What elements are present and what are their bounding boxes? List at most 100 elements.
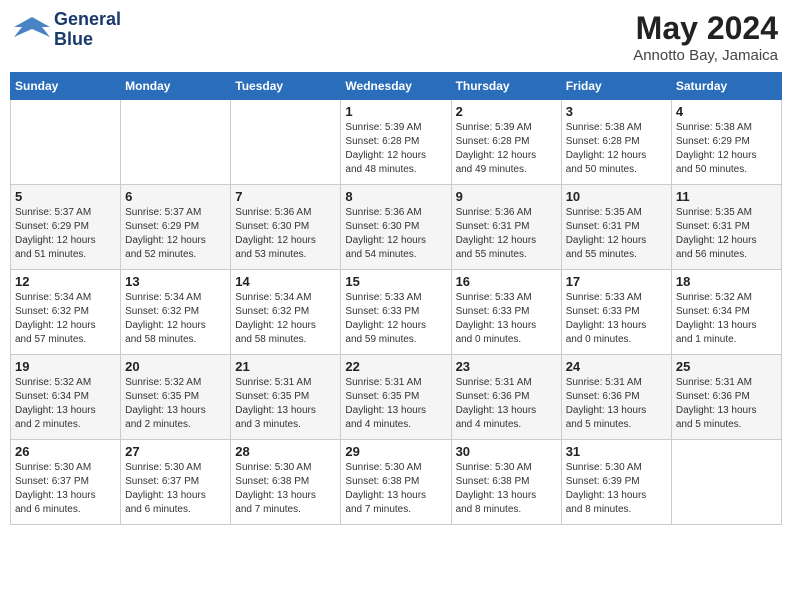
day-info: Sunrise: 5:32 AM Sunset: 6:34 PM Dayligh… bbox=[676, 291, 777, 347]
day-info: Sunrise: 5:34 AM Sunset: 6:32 PM Dayligh… bbox=[125, 291, 226, 347]
day-info: Sunrise: 5:36 AM Sunset: 6:31 PM Dayligh… bbox=[456, 206, 557, 262]
day-number: 26 bbox=[15, 444, 116, 459]
calendar-cell: 6 Sunrise: 5:37 AM Sunset: 6:29 PM Daylig… bbox=[121, 185, 231, 270]
day-info: Sunrise: 5:39 AM Sunset: 6:28 PM Dayligh… bbox=[456, 121, 557, 177]
day-number: 20 bbox=[125, 359, 226, 374]
day-number: 29 bbox=[345, 444, 446, 459]
week-row-3: 12 Sunrise: 5:34 AM Sunset: 6:32 PM Dayli… bbox=[11, 270, 782, 355]
day-number: 31 bbox=[566, 444, 667, 459]
calendar-cell: 12 Sunrise: 5:34 AM Sunset: 6:32 PM Dayli… bbox=[11, 270, 121, 355]
day-number: 14 bbox=[235, 274, 336, 289]
day-info: Sunrise: 5:38 AM Sunset: 6:29 PM Dayligh… bbox=[676, 121, 777, 177]
day-header-monday: Monday bbox=[121, 73, 231, 100]
calendar-cell: 8 Sunrise: 5:36 AM Sunset: 6:30 PM Daylig… bbox=[341, 185, 451, 270]
day-number: 24 bbox=[566, 359, 667, 374]
calendar-cell: 16Sunrise: 5:33 AM Sunset: 6:33 PM Dayli… bbox=[451, 270, 561, 355]
day-number: 25 bbox=[676, 359, 777, 374]
calendar-cell: 22Sunrise: 5:31 AM Sunset: 6:35 PM Dayli… bbox=[341, 355, 451, 440]
calendar-cell: 31 Sunrise: 5:30 AM Sunset: 6:39 PM Dayli… bbox=[561, 440, 671, 525]
day-info: Sunrise: 5:33 AM Sunset: 6:33 PM Dayligh… bbox=[566, 291, 667, 347]
calendar-cell: 14Sunrise: 5:34 AM Sunset: 6:32 PM Dayli… bbox=[231, 270, 341, 355]
day-info: Sunrise: 5:31 AM Sunset: 6:36 PM Dayligh… bbox=[456, 376, 557, 432]
logo: General Blue bbox=[14, 10, 121, 50]
day-info: Sunrise: 5:30 AM Sunset: 6:39 PM Dayligh… bbox=[566, 461, 667, 517]
day-info: Sunrise: 5:30 AM Sunset: 6:38 PM Dayligh… bbox=[235, 461, 336, 517]
day-info: Sunrise: 5:31 AM Sunset: 6:35 PM Dayligh… bbox=[345, 376, 446, 432]
day-info: Sunrise: 5:36 AM Sunset: 6:30 PM Dayligh… bbox=[345, 206, 446, 262]
day-number: 17 bbox=[566, 274, 667, 289]
day-header-saturday: Saturday bbox=[671, 73, 781, 100]
calendar-cell: 20 Sunrise: 5:32 AM Sunset: 6:35 PM Dayli… bbox=[121, 355, 231, 440]
calendar-cell: 28 Sunrise: 5:30 AM Sunset: 6:38 PM Dayli… bbox=[231, 440, 341, 525]
day-info: Sunrise: 5:33 AM Sunset: 6:33 PM Dayligh… bbox=[345, 291, 446, 347]
calendar-cell: 18 Sunrise: 5:32 AM Sunset: 6:34 PM Dayli… bbox=[671, 270, 781, 355]
day-number: 3 bbox=[566, 104, 667, 119]
calendar-cell: 11Sunrise: 5:35 AM Sunset: 6:31 PM Dayli… bbox=[671, 185, 781, 270]
day-info: Sunrise: 5:36 AM Sunset: 6:30 PM Dayligh… bbox=[235, 206, 336, 262]
day-number: 27 bbox=[125, 444, 226, 459]
week-row-4: 19 Sunrise: 5:32 AM Sunset: 6:34 PM Dayli… bbox=[11, 355, 782, 440]
day-header-sunday: Sunday bbox=[11, 73, 121, 100]
logo-icon bbox=[14, 15, 50, 45]
calendar-cell: 30 Sunrise: 5:30 AM Sunset: 6:38 PM Dayli… bbox=[451, 440, 561, 525]
day-number: 2 bbox=[456, 104, 557, 119]
calendar-cell: 2 Sunrise: 5:39 AM Sunset: 6:28 PM Daylig… bbox=[451, 100, 561, 185]
calendar-cell: 23 Sunrise: 5:31 AM Sunset: 6:36 PM Dayli… bbox=[451, 355, 561, 440]
day-info: Sunrise: 5:35 AM Sunset: 6:31 PM Dayligh… bbox=[676, 206, 777, 262]
calendar-cell bbox=[11, 100, 121, 185]
calendar-cell bbox=[231, 100, 341, 185]
day-info: Sunrise: 5:33 AM Sunset: 6:33 PM Dayligh… bbox=[456, 291, 557, 347]
day-info: Sunrise: 5:30 AM Sunset: 6:38 PM Dayligh… bbox=[456, 461, 557, 517]
calendar-cell: 9 Sunrise: 5:36 AM Sunset: 6:31 PM Daylig… bbox=[451, 185, 561, 270]
logo-text: General Blue bbox=[54, 10, 121, 50]
week-row-5: 26 Sunrise: 5:30 AM Sunset: 6:37 PM Dayli… bbox=[11, 440, 782, 525]
day-info: Sunrise: 5:37 AM Sunset: 6:29 PM Dayligh… bbox=[15, 206, 116, 262]
calendar-cell: 17 Sunrise: 5:33 AM Sunset: 6:33 PM Dayli… bbox=[561, 270, 671, 355]
day-header-wednesday: Wednesday bbox=[341, 73, 451, 100]
calendar-cell: 24 Sunrise: 5:31 AM Sunset: 6:36 PM Dayli… bbox=[561, 355, 671, 440]
calendar-table: SundayMondayTuesdayWednesdayThursdayFrid… bbox=[10, 72, 782, 525]
calendar-cell: 26 Sunrise: 5:30 AM Sunset: 6:37 PM Dayli… bbox=[11, 440, 121, 525]
week-row-1: 1Sunrise: 5:39 AM Sunset: 6:28 PM Daylig… bbox=[11, 100, 782, 185]
day-info: Sunrise: 5:31 AM Sunset: 6:36 PM Dayligh… bbox=[566, 376, 667, 432]
day-number: 15 bbox=[345, 274, 446, 289]
day-info: Sunrise: 5:31 AM Sunset: 6:36 PM Dayligh… bbox=[676, 376, 777, 432]
day-header-friday: Friday bbox=[561, 73, 671, 100]
calendar-cell: 27 Sunrise: 5:30 AM Sunset: 6:37 PM Dayli… bbox=[121, 440, 231, 525]
calendar-cell: 25 Sunrise: 5:31 AM Sunset: 6:36 PM Dayli… bbox=[671, 355, 781, 440]
header-row: SundayMondayTuesdayWednesdayThursdayFrid… bbox=[11, 73, 782, 100]
calendar-cell: 13Sunrise: 5:34 AM Sunset: 6:32 PM Dayli… bbox=[121, 270, 231, 355]
day-number: 7 bbox=[235, 189, 336, 204]
day-info: Sunrise: 5:32 AM Sunset: 6:35 PM Dayligh… bbox=[125, 376, 226, 432]
calendar-cell: 7 Sunrise: 5:36 AM Sunset: 6:30 PM Daylig… bbox=[231, 185, 341, 270]
day-number: 12 bbox=[15, 274, 116, 289]
day-info: Sunrise: 5:38 AM Sunset: 6:28 PM Dayligh… bbox=[566, 121, 667, 177]
calendar-cell: 15 Sunrise: 5:33 AM Sunset: 6:33 PM Dayli… bbox=[341, 270, 451, 355]
title-block: May 2024 Annotto Bay, Jamaica bbox=[633, 10, 778, 64]
day-number: 8 bbox=[345, 189, 446, 204]
day-info: Sunrise: 5:39 AM Sunset: 6:28 PM Dayligh… bbox=[345, 121, 446, 177]
day-info: Sunrise: 5:37 AM Sunset: 6:29 PM Dayligh… bbox=[125, 206, 226, 262]
day-info: Sunrise: 5:34 AM Sunset: 6:32 PM Dayligh… bbox=[15, 291, 116, 347]
day-info: Sunrise: 5:30 AM Sunset: 6:37 PM Dayligh… bbox=[125, 461, 226, 517]
day-number: 28 bbox=[235, 444, 336, 459]
week-row-2: 5Sunrise: 5:37 AM Sunset: 6:29 PM Daylig… bbox=[11, 185, 782, 270]
day-header-thursday: Thursday bbox=[451, 73, 561, 100]
day-info: Sunrise: 5:30 AM Sunset: 6:37 PM Dayligh… bbox=[15, 461, 116, 517]
day-number: 4 bbox=[676, 104, 777, 119]
day-number: 23 bbox=[456, 359, 557, 374]
calendar-cell: 19 Sunrise: 5:32 AM Sunset: 6:34 PM Dayli… bbox=[11, 355, 121, 440]
calendar-cell bbox=[671, 440, 781, 525]
location: Annotto Bay, Jamaica bbox=[633, 47, 778, 64]
day-info: Sunrise: 5:35 AM Sunset: 6:31 PM Dayligh… bbox=[566, 206, 667, 262]
day-info: Sunrise: 5:32 AM Sunset: 6:34 PM Dayligh… bbox=[15, 376, 116, 432]
calendar-cell: 21Sunrise: 5:31 AM Sunset: 6:35 PM Dayli… bbox=[231, 355, 341, 440]
calendar-cell: 3 Sunrise: 5:38 AM Sunset: 6:28 PM Daylig… bbox=[561, 100, 671, 185]
day-number: 6 bbox=[125, 189, 226, 204]
month-year: May 2024 bbox=[633, 10, 778, 47]
day-number: 30 bbox=[456, 444, 557, 459]
day-number: 18 bbox=[676, 274, 777, 289]
day-number: 19 bbox=[15, 359, 116, 374]
page-header: General Blue May 2024 Annotto Bay, Jamai… bbox=[10, 10, 782, 64]
day-number: 9 bbox=[456, 189, 557, 204]
